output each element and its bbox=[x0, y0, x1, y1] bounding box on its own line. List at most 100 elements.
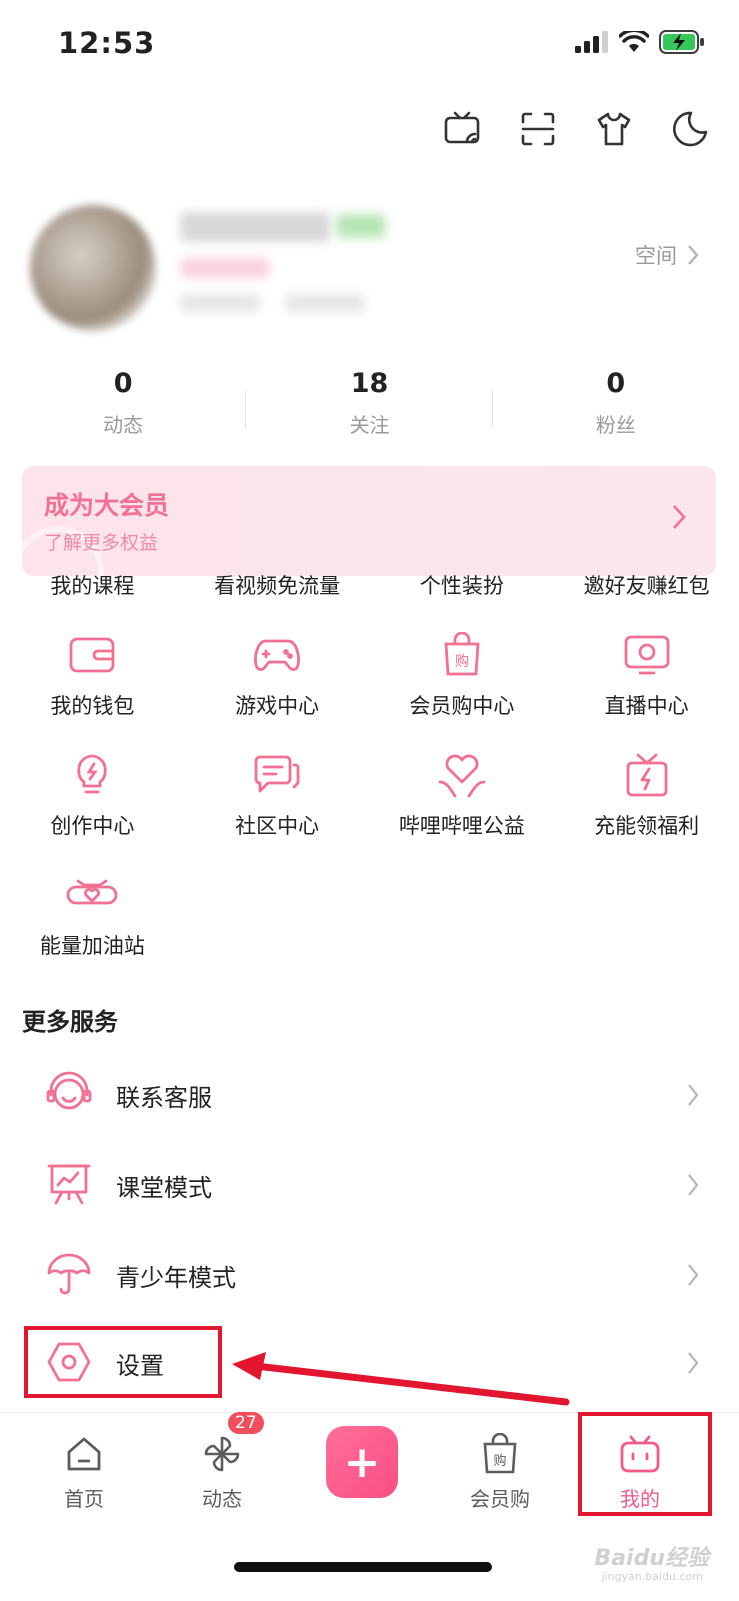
grid-item-charge-benefits[interactable]: 充能领福利 bbox=[554, 750, 739, 840]
tab-label: 动态 bbox=[202, 1487, 242, 1511]
grid-item-creator-center[interactable]: 创作中心 bbox=[0, 750, 185, 840]
headset-icon bbox=[46, 1071, 92, 1110]
watermark: Baidu经验 bbox=[594, 1546, 709, 1571]
pinwheel-icon bbox=[204, 1436, 240, 1472]
annotation-arrow bbox=[232, 1352, 570, 1406]
grid-item-invite[interactable]: 邀好友赚红包 bbox=[554, 570, 739, 600]
grid-item-free-data[interactable]: 看视频免流量 bbox=[185, 570, 370, 600]
notification-badge: 27 bbox=[228, 1412, 264, 1434]
vip-tag-blurred bbox=[180, 258, 270, 278]
service-row-classroom-mode[interactable]: 课堂模式 bbox=[0, 1140, 739, 1230]
stat-number: 0 bbox=[606, 368, 626, 399]
grid-item-vip-shop[interactable]: 购 会员购中心 bbox=[370, 630, 555, 720]
cast-tv-icon[interactable] bbox=[443, 110, 481, 148]
services-grid-row-3: 能量加油站 bbox=[0, 870, 739, 960]
chevron-right-icon bbox=[688, 1174, 699, 1196]
coins-blurred bbox=[180, 294, 260, 312]
moon-icon[interactable] bbox=[671, 110, 709, 148]
signal-icon bbox=[575, 31, 608, 53]
stat-following[interactable]: 18 关注 bbox=[246, 368, 493, 438]
gamepad-icon bbox=[254, 639, 300, 671]
energy-station-icon bbox=[67, 879, 118, 905]
tv-icon bbox=[624, 635, 670, 675]
space-link[interactable]: 空间 bbox=[635, 240, 699, 270]
username-blurred bbox=[180, 212, 330, 242]
grid-label: 能量加油站 bbox=[39, 934, 145, 958]
service-label: 联系客服 bbox=[116, 1083, 212, 1112]
battery-charging-icon bbox=[659, 30, 704, 54]
wallet-icon bbox=[69, 637, 115, 673]
status-icons bbox=[575, 30, 705, 54]
bcoins-blurred bbox=[285, 294, 365, 312]
chevron-right-icon bbox=[688, 1084, 699, 1106]
settings-highlight-box bbox=[24, 1326, 222, 1398]
grid-item-charity[interactable]: 哔哩哔哩公益 bbox=[370, 750, 555, 840]
watermark-url: jingyan.baidu.com bbox=[601, 1570, 703, 1583]
grid-label: 直播中心 bbox=[604, 694, 689, 718]
tab-home[interactable]: 首页 bbox=[34, 1431, 134, 1512]
umbrella-icon bbox=[47, 1253, 91, 1295]
home-icon bbox=[67, 1437, 101, 1471]
top-action-icons bbox=[443, 110, 709, 148]
status-time: 12:53 bbox=[58, 26, 156, 60]
grid-item-wallet[interactable]: 我的钱包 bbox=[0, 630, 185, 720]
mine-tab-highlight-box bbox=[578, 1412, 712, 1516]
grid-item-community-center[interactable]: 社区中心 bbox=[185, 750, 370, 840]
plus-icon: + bbox=[343, 1436, 381, 1488]
tab-label: 会员购 bbox=[470, 1487, 530, 1511]
service-row-teen-mode[interactable]: 青少年模式 bbox=[0, 1230, 739, 1320]
avatar[interactable] bbox=[30, 205, 156, 331]
service-label: 课堂模式 bbox=[116, 1173, 212, 1202]
more-services-title: 更多服务 bbox=[22, 1008, 118, 1036]
stat-label: 关注 bbox=[349, 413, 390, 437]
grid-item-my-courses[interactable]: 我的课程 bbox=[0, 570, 185, 600]
vip-banner[interactable]: 成为大会员 了解更多权益 bbox=[22, 466, 716, 576]
chevron-right-icon bbox=[688, 245, 699, 265]
home-indicator bbox=[234, 1562, 492, 1572]
space-label: 空间 bbox=[635, 244, 677, 268]
grid-item-dressup[interactable]: 个性装扮 bbox=[370, 570, 555, 600]
chevron-right-icon bbox=[673, 505, 686, 529]
services-grid-row-0: 我的课程 看视频免流量 个性装扮 邀好友赚红包 bbox=[0, 570, 739, 600]
chevron-right-icon bbox=[688, 1352, 699, 1374]
grid-label: 哔哩哔哩公益 bbox=[398, 814, 525, 838]
shopping-bag-icon: 购 bbox=[444, 632, 480, 676]
tab-vip-shop[interactable]: 购 会员购 bbox=[450, 1431, 550, 1512]
stat-number: 18 bbox=[350, 368, 389, 399]
chat-icon bbox=[254, 755, 300, 793]
svg-text:购: 购 bbox=[493, 1453, 506, 1469]
grid-label: 社区中心 bbox=[235, 814, 320, 838]
grid-label: 游戏中心 bbox=[235, 694, 320, 718]
level-badge-blurred bbox=[336, 214, 386, 238]
lightbulb-icon bbox=[77, 754, 108, 794]
vip-title: 成为大会员 bbox=[44, 491, 170, 520]
wifi-icon bbox=[619, 31, 649, 52]
grid-label: 我的钱包 bbox=[50, 694, 135, 718]
stats-row: 0 动态 18 关注 0 粉丝 bbox=[0, 368, 739, 438]
grid-item-game-center[interactable]: 游戏中心 bbox=[185, 630, 370, 720]
service-row-customer-support[interactable]: 联系客服 bbox=[0, 1050, 739, 1140]
stat-dynamics[interactable]: 0 动态 bbox=[0, 368, 247, 438]
stat-label: 粉丝 bbox=[595, 413, 636, 437]
tab-label: 首页 bbox=[64, 1487, 104, 1511]
stat-label: 动态 bbox=[103, 413, 144, 437]
services-grid-row-1: 我的钱包 游戏中心 购 会员购中心 直播中心 bbox=[0, 630, 739, 720]
service-label: 青少年模式 bbox=[116, 1263, 236, 1292]
grid-label: 会员购中心 bbox=[409, 694, 515, 718]
stat-fans[interactable]: 0 粉丝 bbox=[493, 368, 739, 438]
tshirt-icon[interactable] bbox=[595, 110, 633, 148]
presentation-icon bbox=[47, 1164, 91, 1205]
stat-number: 0 bbox=[113, 368, 133, 399]
shopping-bag-icon: 购 bbox=[483, 1433, 517, 1474]
grid-label: 充能领福利 bbox=[594, 814, 700, 838]
heart-hands-icon bbox=[438, 754, 486, 798]
tab-dynamics[interactable]: 动态 bbox=[172, 1431, 272, 1512]
vip-subtitle: 了解更多权益 bbox=[44, 532, 159, 554]
grid-item-energy-station[interactable]: 能量加油站 bbox=[0, 870, 185, 960]
chevron-right-icon bbox=[688, 1264, 699, 1286]
grid-item-live-center[interactable]: 直播中心 bbox=[554, 630, 739, 720]
gift-bolt-icon bbox=[626, 753, 668, 797]
scan-icon[interactable] bbox=[519, 110, 557, 148]
grid-label: 创作中心 bbox=[50, 814, 135, 838]
publish-button[interactable]: + bbox=[326, 1426, 398, 1498]
